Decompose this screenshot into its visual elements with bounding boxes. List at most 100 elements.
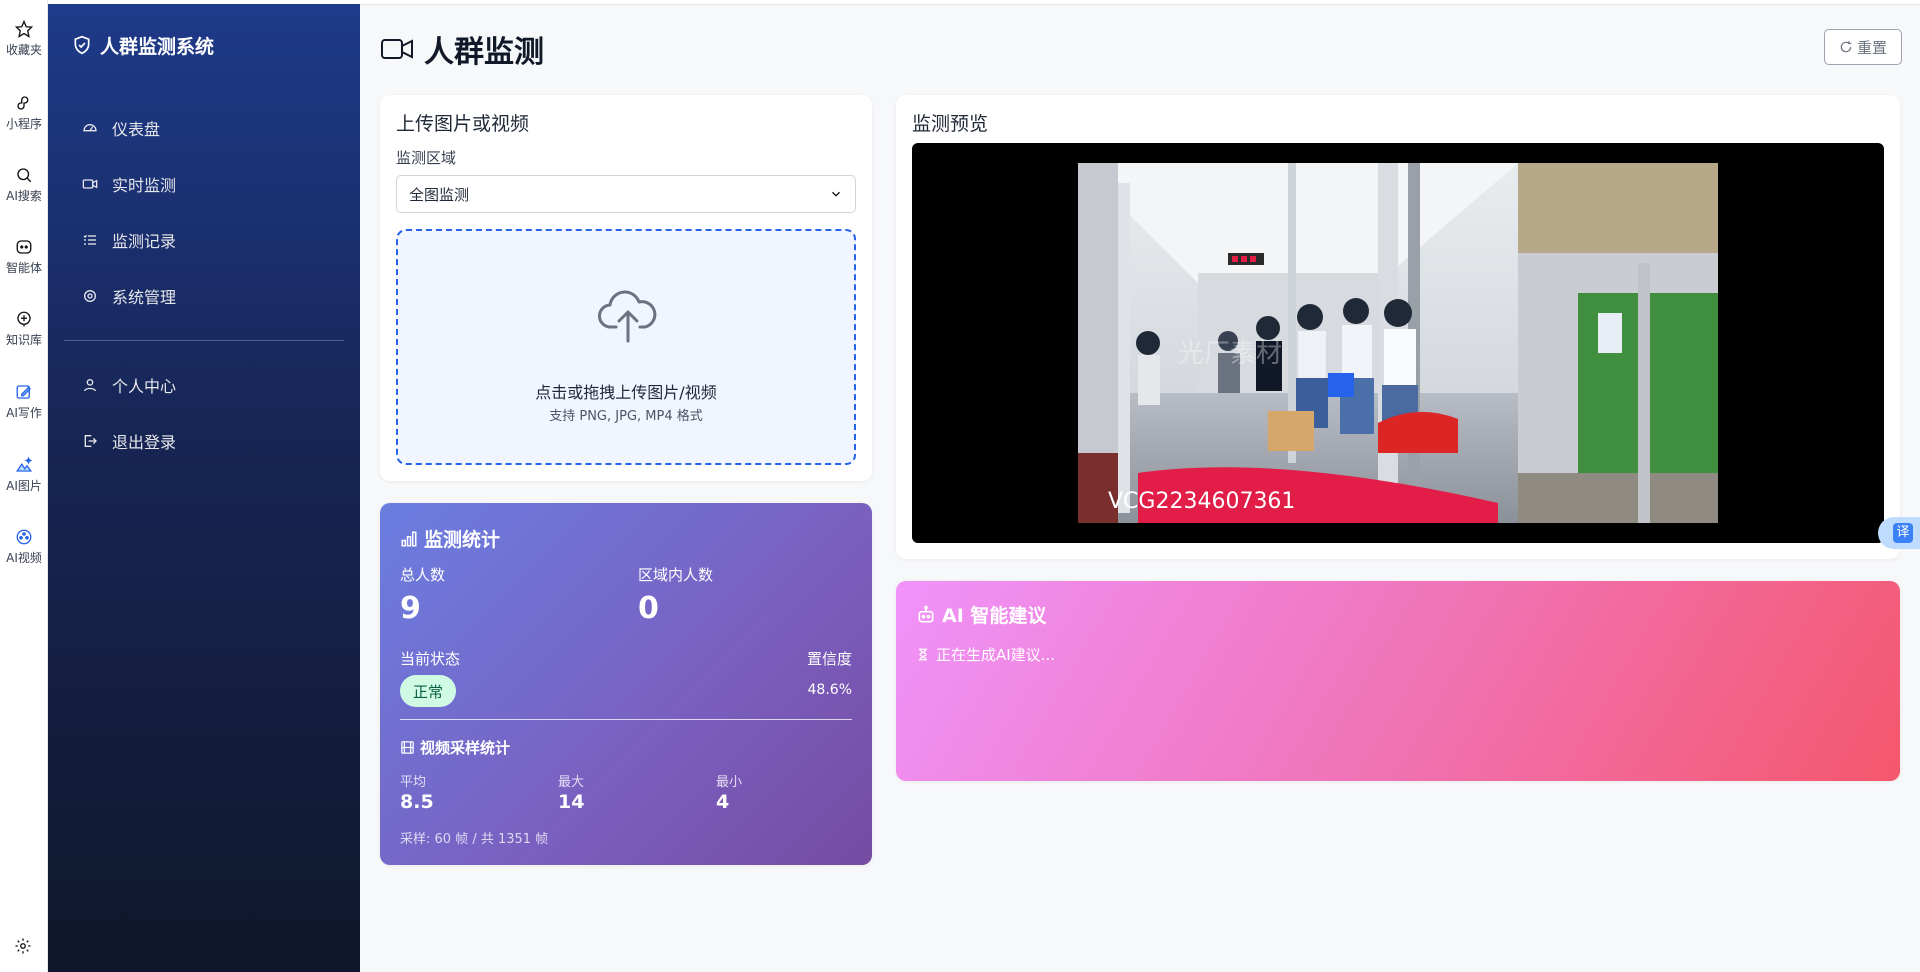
total-count-value: 9 (400, 591, 421, 626)
region-select-value: 全图监测 (409, 185, 470, 204)
rail-item-ai-video[interactable]: AI视频 (0, 528, 48, 566)
reset-button[interactable]: 重置 (1824, 29, 1902, 65)
robot-icon (918, 605, 934, 622)
sidebar-item-label: 监测记录 (112, 232, 177, 251)
sidebar-item-profile[interactable]: 个人中心 (66, 365, 342, 405)
preview-image: 光厂素材 VCG2234607361 (1078, 163, 1718, 523)
rail-item-label: 收藏夹 (5, 43, 42, 57)
rail-settings-button[interactable] (14, 937, 32, 959)
stats-title-text: 监测统计 (424, 529, 501, 551)
bar-chart-icon (401, 531, 417, 546)
min-label: 最小 (716, 775, 743, 790)
sidebar-divider (64, 340, 344, 341)
list-icon (83, 234, 96, 245)
sidebar-item-dashboard[interactable]: 仪表盘 (66, 108, 342, 148)
status-label: 当前状态 (400, 650, 461, 668)
stats-divider (400, 719, 852, 720)
rail-item-label: 小程序 (5, 117, 42, 131)
page-title-text: 人群监测 (424, 35, 544, 70)
translate-floating-button[interactable]: 译 (1878, 517, 1920, 549)
min-value: 4 (716, 791, 730, 813)
rail-item-agent[interactable]: 智能体 (0, 238, 48, 276)
rail-item-mini-program[interactable]: 小程序 (0, 94, 48, 132)
rail-item-ai-image[interactable]: AI图片 (0, 456, 48, 494)
region-count-value: 0 (638, 591, 659, 626)
camera-icon (82, 179, 98, 189)
sidebar-item-logout[interactable]: 退出登录 (66, 421, 342, 461)
ai-suggestion-status: 正在生成AI建议... (916, 644, 1055, 665)
video-icon (16, 529, 32, 545)
rail-item-label: AI图片 (6, 479, 42, 493)
region-select[interactable]: 全图监测 (396, 175, 856, 213)
rail-item-label: 智能体 (5, 261, 42, 275)
ai-suggestion-title-text: AI 智能建议 (942, 605, 1047, 627)
agent-icon (16, 240, 32, 254)
sidebar-item-label: 退出登录 (112, 433, 177, 452)
sidebar-item-realtime[interactable]: 实时监测 (66, 164, 342, 204)
film-icon (401, 741, 414, 754)
subway-scene-illustration (1078, 163, 1718, 523)
upload-dropzone[interactable]: 点击或拖拽上传图片/视频 支持 PNG, JPG, MP4 格式 (396, 229, 856, 465)
translate-icon: 译 (1893, 523, 1913, 543)
video-stats-title-text: 视频采样统计 (420, 739, 511, 757)
avg-value: 8.5 (400, 791, 434, 813)
ai-suggestion-title: AI 智能建议 (916, 601, 1046, 628)
app-sidebar: 人群监测系统 仪表盘 实时监测 监测记录 系统管理 个人中心 退出登录 (48, 4, 360, 972)
rail-item-knowledge[interactable]: 知识库 (0, 310, 48, 348)
gear-icon (84, 290, 96, 302)
dropzone-hint: 支持 PNG, JPG, MP4 格式 (549, 409, 703, 424)
rail-item-label: 知识库 (5, 333, 42, 347)
sidebar-item-system[interactable]: 系统管理 (66, 276, 342, 316)
upload-card: 上传图片或视频 监测区域 全图监测 点击或拖拽上传图片/视频 支持 PNG, J… (380, 95, 872, 481)
video-stats-title: 视频采样统计 (400, 737, 510, 758)
rail-item-favorites[interactable]: 收藏夹 (0, 20, 48, 58)
rail-item-ai-write[interactable]: AI写作 (0, 383, 48, 421)
ai-suggestion-status-text: 正在生成AI建议... (936, 646, 1055, 664)
watermark-brand: 光厂素材 (1178, 339, 1283, 369)
status-badge: 正常 (400, 675, 456, 707)
rail-item-label: AI视频 (6, 551, 42, 565)
logout-icon (84, 435, 97, 447)
rail-item-label: AI搜索 (6, 189, 42, 203)
dashboard-icon (83, 124, 97, 132)
dropzone-text: 点击或拖拽上传图片/视频 (535, 383, 717, 402)
sidebar-item-records[interactable]: 监测记录 (66, 220, 342, 260)
knowledge-icon (17, 311, 31, 327)
search-icon (17, 168, 32, 183)
rail-item-ai-search[interactable]: AI搜索 (0, 166, 48, 204)
sample-info: 采样: 60 帧 / 共 1351 帧 (400, 832, 549, 847)
gear-icon (15, 938, 31, 954)
reset-button-label: 重置 (1856, 38, 1887, 57)
watermark-code: VCG2234607361 (1108, 489, 1296, 514)
sidebar-item-label: 个人中心 (112, 377, 177, 396)
ai-suggestion-card: AI 智能建议 正在生成AI建议... (896, 581, 1900, 781)
shield-icon (74, 35, 90, 55)
total-count-label: 总人数 (400, 566, 446, 584)
camera-icon (381, 39, 413, 59)
preview-card-title: 监测预览 (912, 113, 989, 135)
sidebar-item-label: 实时监测 (112, 176, 177, 195)
main-content: 人群监测 重置 上传图片或视频 监测区域 全图监测 点击或拖拽上传图片/视频 支… (360, 4, 1920, 972)
preview-video-container: 光厂素材 VCG2234607361 (912, 143, 1884, 543)
cloud-upload-icon (598, 290, 657, 343)
page-title: 人群监测 (380, 27, 544, 71)
chevron-down-icon (832, 191, 840, 197)
hourglass-icon (918, 648, 928, 661)
preview-card: 监测预览 光厂素材 VCG2234607361 (896, 95, 1900, 559)
mini-program-icon (17, 96, 29, 110)
avg-label: 平均 (400, 775, 427, 790)
stats-card: 监测统计 总人数 9 区域内人数 0 当前状态 正常 置信度 48.6% 视频采… (380, 503, 872, 865)
confidence-value: 48.6% (807, 682, 852, 698)
max-label: 最大 (558, 775, 585, 790)
image-icon (15, 456, 33, 472)
upload-card-title: 上传图片或视频 (396, 113, 530, 135)
confidence-label: 置信度 (806, 650, 852, 668)
max-value: 14 (558, 791, 585, 813)
user-icon (84, 379, 96, 392)
brand: 人群监测系统 (72, 30, 214, 60)
sidebar-item-label: 系统管理 (112, 288, 177, 307)
region-count-label: 区域内人数 (638, 566, 714, 584)
sidebar-item-label: 仪表盘 (112, 120, 161, 139)
browser-side-rail: 收藏夹 小程序 AI搜索 智能体 知识库 AI写作 AI图片 AI视频 (0, 0, 48, 972)
rail-item-label: AI写作 (6, 406, 42, 420)
